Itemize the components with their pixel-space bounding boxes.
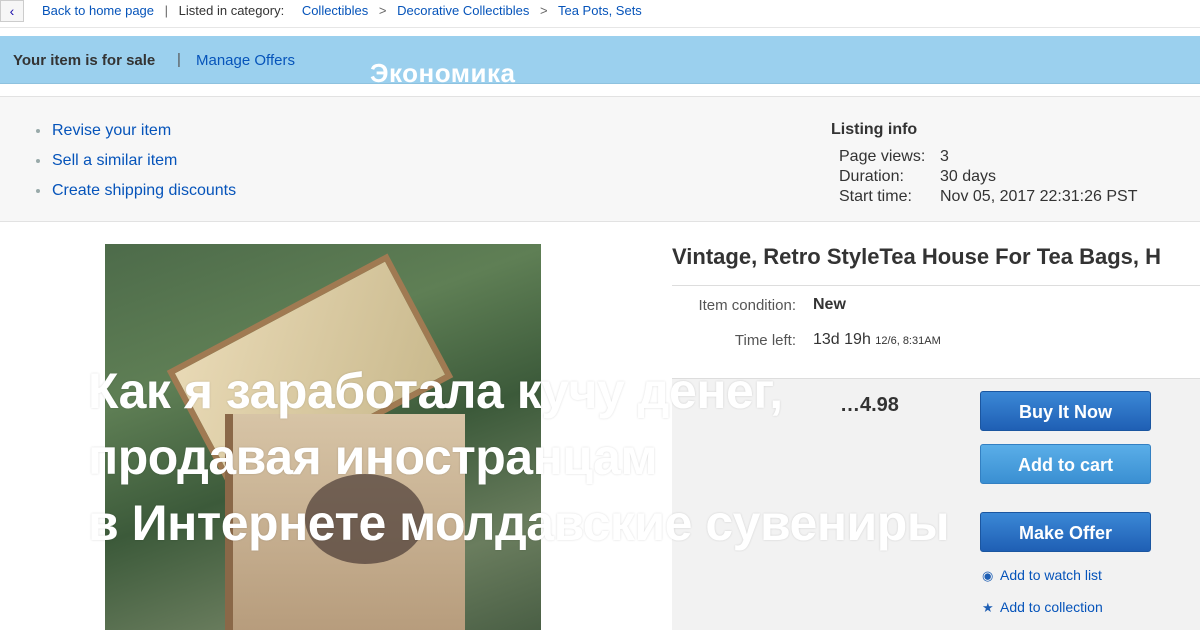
bullet-icon	[36, 128, 40, 133]
chevron-left-icon: ‹	[9, 3, 15, 19]
category-tag: Экономика	[370, 58, 516, 88]
headline-overlay: Как я заработала кучу денег, продавая ин…	[88, 358, 950, 556]
condition-label: Item condition:	[698, 297, 796, 314]
manage-offers-link[interactable]: Manage Offers	[196, 52, 295, 69]
listed-in-label: Listed in category:	[178, 3, 285, 18]
buy-it-now-button[interactable]: Buy It Now	[980, 391, 1151, 431]
back-to-home-link[interactable]: Back to home page	[42, 3, 154, 18]
breadcrumb-bar: ‹ Back to home page | Listed in category…	[0, 0, 1200, 28]
breadcrumb-arrow: >	[540, 3, 548, 18]
time-left-label: Time left:	[734, 332, 796, 349]
listing-row-duration: Duration: 30 days	[839, 168, 997, 185]
sale-status-bar: Your item is for sale | Manage Offers	[0, 36, 1200, 84]
add-to-cart-button[interactable]: Add to cart	[980, 444, 1151, 484]
headline-line-3: в Интернете молдавские сувениры	[88, 495, 950, 551]
breadcrumb: Back to home page | Listed in category: …	[42, 3, 642, 18]
star-icon: ★	[982, 600, 994, 615]
title-divider	[672, 285, 1200, 286]
sell-similar-link[interactable]: Sell a similar item	[36, 152, 177, 170]
breadcrumb-item-collectibles[interactable]: Collectibles	[302, 3, 368, 18]
listing-row-start-time: Start time: Nov 05, 2017 22:31:26 PST	[839, 188, 1138, 205]
eye-icon: ◉	[982, 568, 994, 583]
shipping-discounts-link[interactable]: Create shipping discounts	[36, 182, 236, 200]
listing-row-page-views: Page views: 3	[839, 148, 949, 165]
item-title: Vintage, Retro StyleTea House For Tea Ba…	[672, 244, 1162, 269]
add-to-watch-list-link[interactable]: ◉ Add to watch list	[982, 567, 1102, 584]
bullet-icon	[36, 188, 40, 193]
add-to-collection-link[interactable]: ★ Add to collection	[982, 599, 1103, 616]
sale-status-text: Your item is for sale	[13, 52, 156, 69]
back-button[interactable]: ‹	[0, 0, 24, 22]
bullet-icon	[36, 158, 40, 163]
listing-info-title: Listing info	[831, 121, 918, 138]
breadcrumb-item-tea-pots[interactable]: Tea Pots, Sets	[558, 3, 642, 18]
make-offer-button[interactable]: Make Offer	[980, 512, 1151, 552]
breadcrumb-item-decorative[interactable]: Decorative Collectibles	[397, 3, 529, 18]
headline-line-1: Как я заработала кучу денег,	[88, 363, 783, 419]
breadcrumb-arrow: >	[378, 3, 387, 18]
condition-value: New	[813, 296, 846, 313]
sale-bar-separator: |	[177, 51, 181, 68]
revise-item-link[interactable]: Revise your item	[36, 122, 171, 140]
time-left-value: 13d 19h 12/6, 8:31AM	[813, 331, 941, 348]
headline-line-2: продавая иностранцам	[88, 429, 657, 485]
breadcrumb-separator: |	[164, 3, 169, 18]
